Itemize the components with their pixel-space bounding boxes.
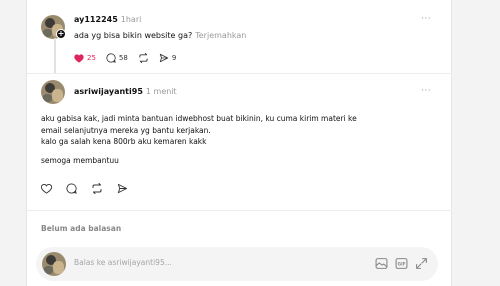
send-icon bbox=[159, 53, 169, 63]
repost-button[interactable] bbox=[138, 53, 149, 63]
reply-composer[interactable]: GIF bbox=[36, 247, 438, 281]
composer-icons: GIF bbox=[375, 257, 428, 270]
replies-divider bbox=[26, 210, 452, 211]
share-button[interactable]: 9 bbox=[159, 53, 176, 63]
comment-button[interactable]: 58 bbox=[106, 53, 128, 63]
reply-share-button[interactable] bbox=[117, 183, 128, 194]
parent-username-row: ay112245 1hari bbox=[74, 15, 141, 24]
translate-link[interactable]: Terjemahkan bbox=[195, 31, 246, 40]
comment-icon bbox=[66, 183, 77, 194]
reply-line: kalo ga salah kena 800rb aku kemaren kak… bbox=[41, 137, 207, 146]
svg-text:GIF: GIF bbox=[397, 261, 405, 267]
reply-body: aku gabisa kak, jadi minta bantuan idweb… bbox=[41, 113, 441, 166]
parent-timestamp: 1hari bbox=[120, 15, 142, 24]
repost-icon bbox=[139, 53, 148, 63]
reply-comment-button[interactable] bbox=[66, 183, 77, 194]
avatar-asriwijayanti95[interactable] bbox=[41, 80, 65, 104]
parent-more-icon[interactable]: ··· bbox=[421, 14, 431, 24]
composer-avatar bbox=[42, 252, 66, 276]
reply-timestamp: 1 menit bbox=[145, 87, 177, 96]
parent-post-text: ada yg bisa bikin website ga? bbox=[74, 31, 193, 40]
heart-icon bbox=[41, 183, 52, 194]
reply-username[interactable]: asriwijayanti95 bbox=[74, 87, 143, 96]
thread-line bbox=[54, 38, 56, 74]
reply-actions bbox=[41, 183, 138, 194]
expand-icon[interactable] bbox=[415, 257, 428, 270]
follow-plus-icon[interactable]: + bbox=[56, 29, 66, 39]
like-count: 25 bbox=[87, 54, 96, 62]
like-button[interactable]: 25 bbox=[74, 53, 96, 63]
comment-count: 58 bbox=[118, 54, 128, 62]
parent-username[interactable]: ay112245 bbox=[74, 15, 118, 24]
gif-icon[interactable]: GIF bbox=[395, 257, 408, 270]
reply-repost-button[interactable] bbox=[91, 183, 103, 194]
reply-line: aku gabisa kak, jadi minta bantuan idweb… bbox=[41, 114, 357, 123]
reply-more-icon[interactable]: ··· bbox=[421, 86, 431, 96]
reply-closing: semoga membantuu bbox=[41, 155, 119, 165]
reply-username-row: asriwijayanti95 1 menit bbox=[74, 87, 177, 96]
parent-post-text-row: ada yg bisa bikin website ga? Terjemahkan bbox=[74, 30, 246, 42]
reply-like-button[interactable] bbox=[41, 183, 52, 194]
heart-filled-icon bbox=[74, 53, 84, 63]
send-icon bbox=[117, 183, 128, 194]
no-replies-label: Belum ada balasan bbox=[41, 224, 122, 233]
reply-line: email selanjutnya mereka yg bantu kerjak… bbox=[41, 125, 211, 135]
comment-icon bbox=[106, 53, 116, 63]
parent-actions: 25 58 9 bbox=[74, 53, 186, 63]
image-icon[interactable] bbox=[375, 257, 388, 270]
repost-icon bbox=[92, 183, 102, 194]
post-divider bbox=[26, 73, 452, 74]
reply-input[interactable] bbox=[74, 258, 354, 267]
share-count: 9 bbox=[171, 54, 177, 62]
